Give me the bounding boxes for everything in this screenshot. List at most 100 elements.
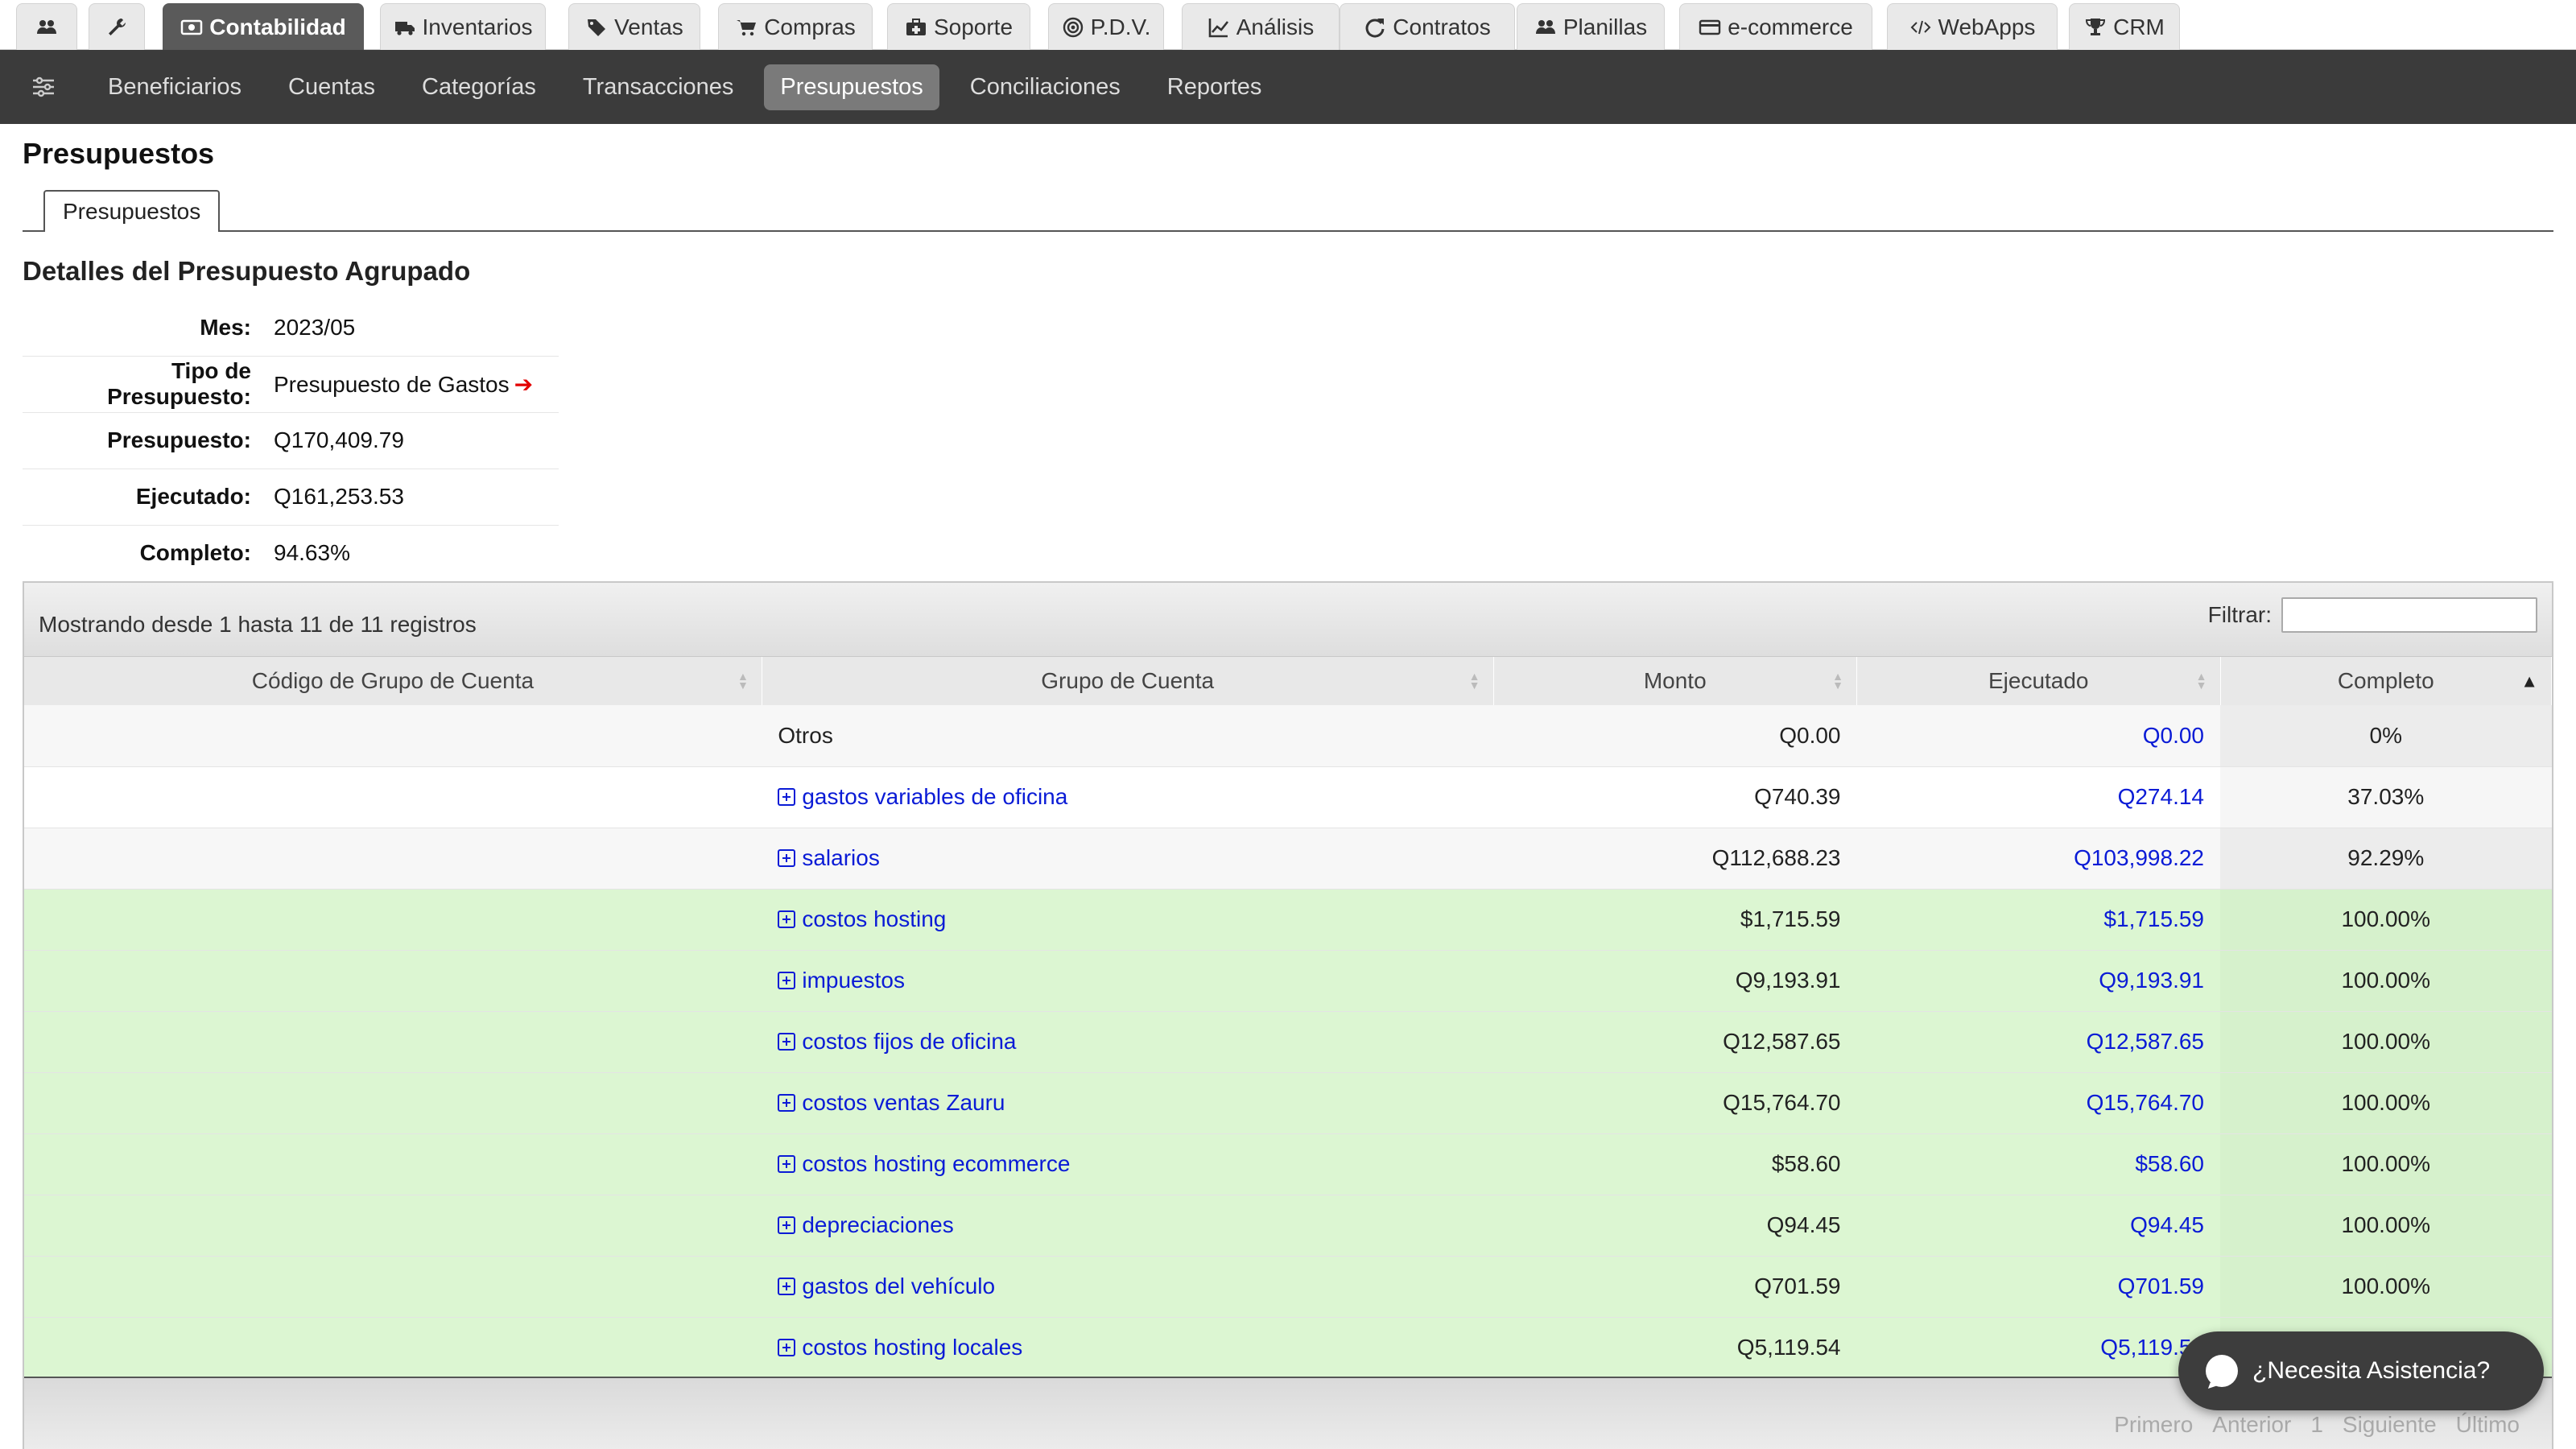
grupo-link[interactable]: costos hosting: [778, 906, 946, 931]
ejecutado-link[interactable]: Q9,193.91: [2099, 968, 2204, 993]
sort-icon: ▲ ▼: [737, 670, 749, 691]
subnav-presupuestos[interactable]: Presupuestos: [764, 64, 939, 110]
code-icon: [1910, 20, 1930, 34]
grupo-link[interactable]: gastos variables de oficina: [778, 784, 1067, 809]
subnav-reportes[interactable]: Reportes: [1151, 64, 1278, 110]
subnav-categorias[interactable]: Categorías: [406, 64, 552, 110]
cell-ejecutado: Q103,998.22: [1857, 828, 2221, 889]
detail-value-ejecutado: Q161,253.53: [274, 484, 404, 509]
medkit-icon: [906, 18, 926, 35]
grupo-link[interactable]: impuestos: [778, 968, 905, 993]
subnav-conciliaciones[interactable]: Conciliaciones: [954, 64, 1137, 110]
col-header-codigo[interactable]: Código de Grupo de Cuenta ▲ ▼: [24, 657, 762, 705]
tab-presupuestos[interactable]: Presupuestos: [43, 190, 221, 232]
grupo-link[interactable]: salarios: [778, 845, 880, 870]
ejecutado-link[interactable]: $1,715.59: [2103, 906, 2204, 931]
grupo-link[interactable]: costos hosting ecommerce: [778, 1151, 1070, 1176]
cell-completo: 37.03%: [2220, 766, 2552, 828]
pager-page-1[interactable]: 1: [2301, 1412, 2333, 1438]
subnav-beneficiarios[interactable]: Beneficiarios: [92, 64, 258, 110]
expand-plus-icon[interactable]: [778, 1339, 796, 1356]
ejecutado-link[interactable]: Q701.59: [2118, 1274, 2204, 1298]
expand-plus-icon[interactable]: [778, 1033, 796, 1051]
col-header-ejecutado[interactable]: Ejecutado ▲ ▼: [1856, 657, 2221, 705]
col-header-completo[interactable]: Completo ▲: [2220, 657, 2552, 705]
expand-plus-icon[interactable]: [778, 910, 796, 928]
cell-ejecutado: Q9,193.91: [1857, 950, 2221, 1011]
expand-plus-icon[interactable]: [778, 1216, 796, 1234]
tab-label: e-commerce: [1728, 14, 1853, 39]
pagination: Primero Anterior 1 Siguiente Último: [2104, 1412, 2529, 1438]
tab-analisis[interactable]: Análisis: [1182, 3, 1340, 50]
tab-compras[interactable]: Compras: [718, 3, 873, 50]
cell-grupo: gastos variables de oficina: [762, 766, 1493, 828]
col-header-monto[interactable]: Monto ▲ ▼: [1493, 657, 1857, 705]
cell-ejecutado: Q15,764.70: [1857, 1072, 2221, 1133]
expand-plus-icon[interactable]: [778, 1278, 796, 1295]
subnav-transacciones[interactable]: Transacciones: [567, 64, 750, 110]
subnav-cuentas[interactable]: Cuentas: [272, 64, 391, 110]
grupo-label: gastos variables de oficina: [802, 784, 1068, 809]
tab-soporte[interactable]: Soporte: [887, 3, 1030, 50]
tab-pdv[interactable]: P.D.V.: [1048, 3, 1164, 50]
pager-first[interactable]: Primero: [2104, 1412, 2202, 1438]
tab-contabilidad[interactable]: Contabilidad: [163, 3, 364, 50]
cell-monto: Q94.45: [1766, 1212, 1841, 1237]
cell-codigo: [24, 828, 762, 889]
ejecutado-link[interactable]: Q0.00: [2143, 723, 2204, 748]
records-info: Mostrando desde 1 hasta 11 de 11 registr…: [39, 612, 477, 637]
tab-users[interactable]: [16, 3, 77, 50]
cell-grupo: depreciaciones: [762, 1195, 1493, 1256]
ejecutado-link[interactable]: Q15,764.70: [2087, 1090, 2204, 1115]
tab-label: P.D.V.: [1090, 14, 1151, 39]
pager-next[interactable]: Siguiente: [2333, 1412, 2446, 1438]
tab-label: Contabilidad: [209, 14, 346, 39]
grupo-link[interactable]: costos hosting locales: [778, 1335, 1022, 1360]
grupo-link[interactable]: depreciaciones: [778, 1212, 954, 1237]
table-row: impuestos Q9,193.91 Q9,193.91 100.00%: [24, 950, 2552, 1011]
cell-codigo: [24, 1072, 762, 1133]
users-icon: [37, 19, 56, 34]
sliders-icon[interactable]: [19, 73, 68, 101]
ejecutado-link[interactable]: Q94.45: [2130, 1212, 2204, 1237]
table-row: costos hosting locales Q5,119.54 Q5,119.54…: [24, 1317, 2552, 1378]
ejecutado-link[interactable]: Q103,998.22: [2074, 845, 2204, 870]
ejecutado-link[interactable]: Q12,587.65: [2087, 1029, 2204, 1054]
grupo-link[interactable]: costos ventas Zauru: [778, 1090, 1005, 1115]
ejecutado-link[interactable]: Q274.14: [2118, 784, 2204, 809]
tab-inventarios[interactable]: Inventarios: [380, 3, 546, 50]
pager-previous[interactable]: Anterior: [2202, 1412, 2301, 1438]
expand-plus-icon[interactable]: [778, 788, 796, 806]
tab-ecommerce[interactable]: e-commerce: [1679, 3, 1872, 50]
tab-crm[interactable]: CRM: [2069, 3, 2180, 50]
tab-settings[interactable]: [89, 3, 145, 50]
tab-label: Planillas: [1563, 14, 1648, 39]
col-header-grupo[interactable]: Grupo de Cuenta ▲ ▼: [762, 657, 1494, 705]
cell-ejecutado: $58.60: [1857, 1133, 2221, 1195]
expand-plus-icon[interactable]: [778, 972, 796, 989]
filter-input[interactable]: [2281, 597, 2537, 633]
expand-plus-icon[interactable]: [778, 849, 796, 867]
tab-label: Compras: [764, 14, 856, 39]
grupo-link[interactable]: costos fijos de oficina: [778, 1029, 1017, 1054]
assistance-label: ¿Necesita Asistencia?: [2252, 1357, 2491, 1384]
arrow-right-icon[interactable]: ➔: [514, 372, 533, 397]
pager-last[interactable]: Último: [2446, 1412, 2529, 1438]
cell-ejecutado: Q94.45: [1857, 1195, 2221, 1256]
table-row: salarios Q112,688.23 Q103,998.22 92.29%: [24, 828, 2552, 889]
wrench-icon: [109, 18, 126, 35]
expand-plus-icon[interactable]: [778, 1094, 796, 1112]
tab-webapps[interactable]: WebApps: [1887, 3, 2058, 50]
tab-contratos[interactable]: Contratos: [1340, 3, 1515, 50]
cell-grupo: salarios: [762, 828, 1493, 889]
tab-planillas[interactable]: Planillas: [1517, 3, 1665, 50]
tab-ventas[interactable]: Ventas: [568, 3, 700, 50]
col-header-label: Código de Grupo de Cuenta: [251, 668, 535, 693]
page-title: Presupuestos: [23, 137, 215, 170]
grupo-link[interactable]: gastos del vehículo: [778, 1274, 995, 1298]
expand-plus-icon[interactable]: [778, 1155, 796, 1173]
detail-value-completo: 94.63%: [274, 540, 350, 566]
ejecutado-link[interactable]: $58.60: [2135, 1151, 2204, 1176]
cell-grupo: costos hosting ecommerce: [762, 1133, 1493, 1195]
assistance-button[interactable]: ¿Necesita Asistencia?: [2178, 1331, 2544, 1410]
